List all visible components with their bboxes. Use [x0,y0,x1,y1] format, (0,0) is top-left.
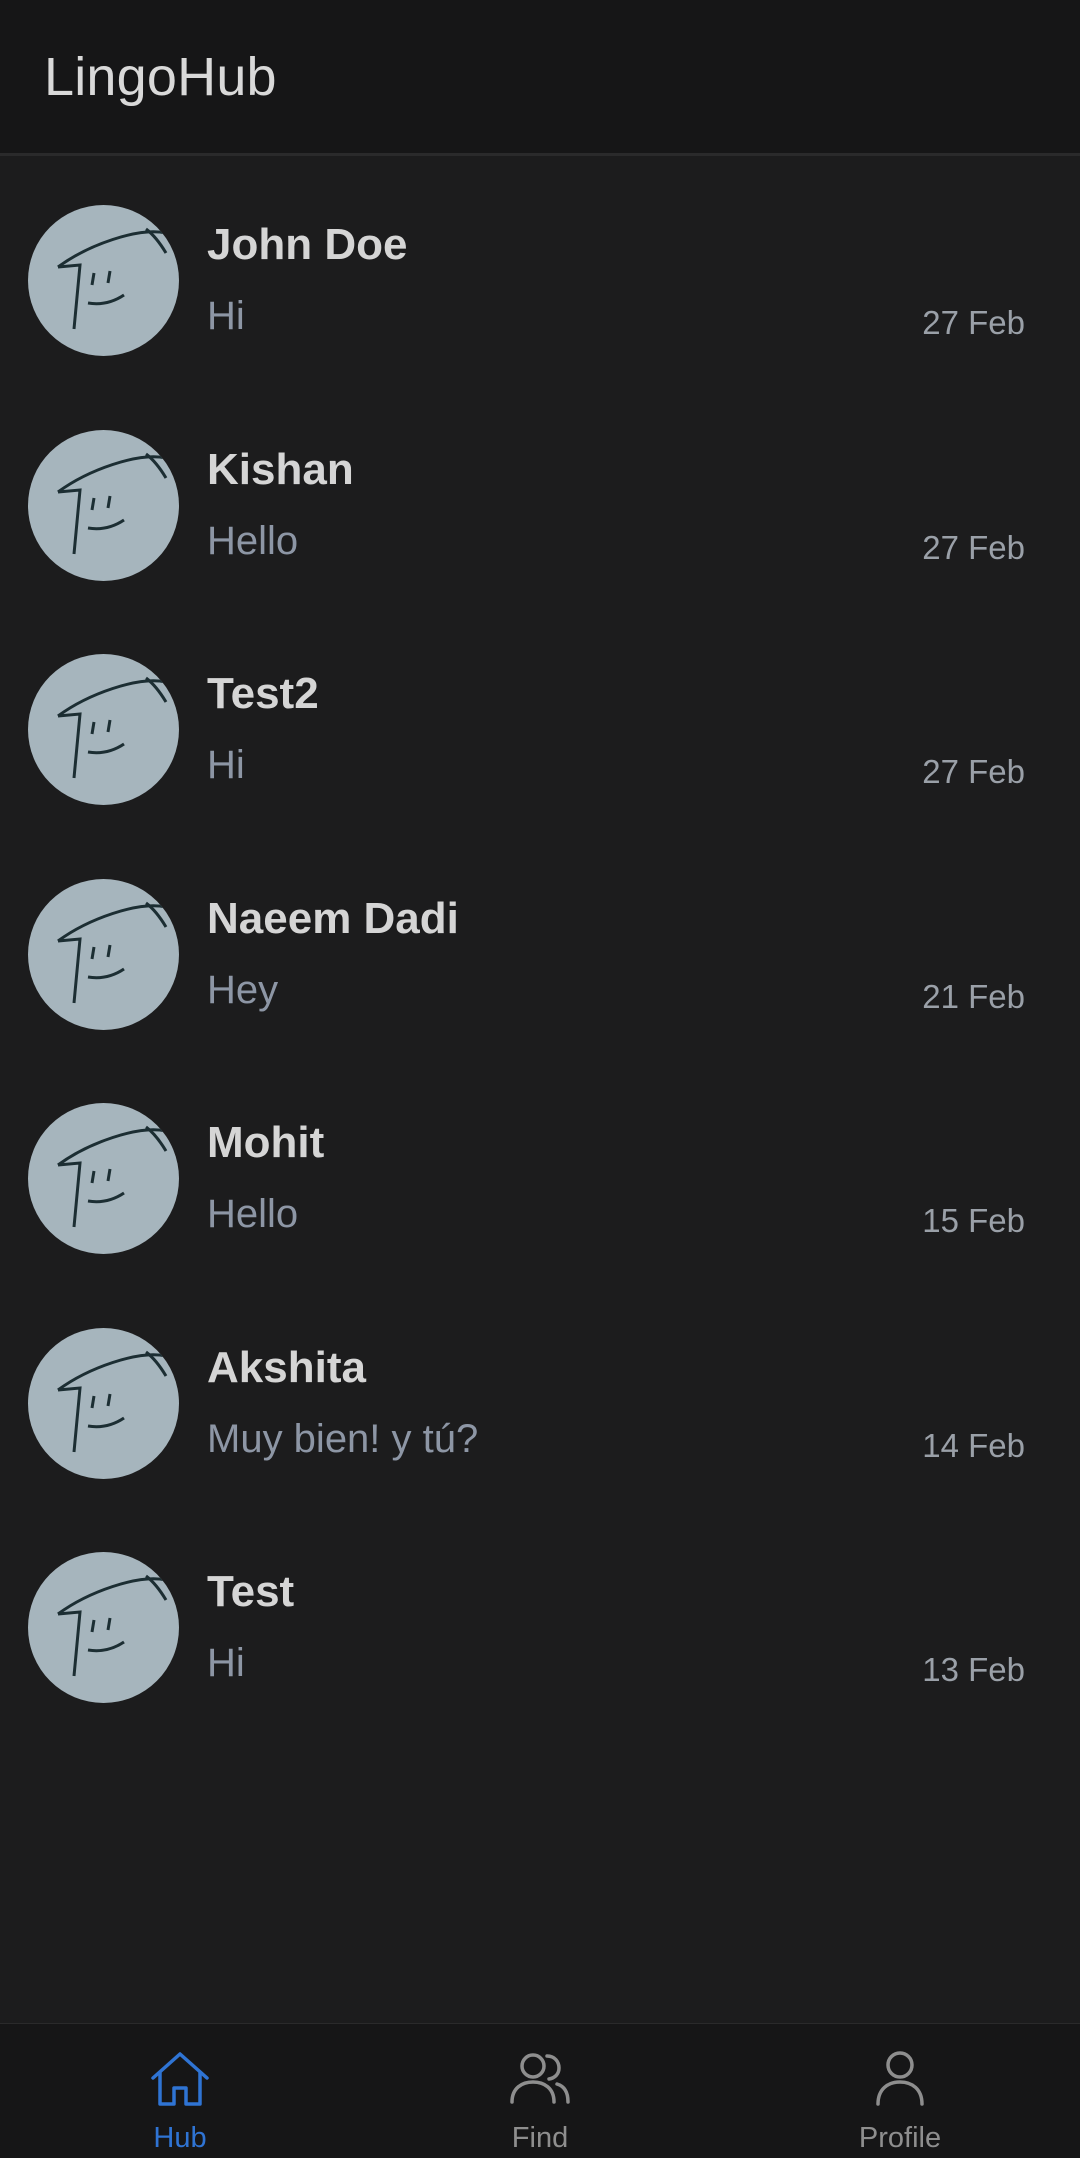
avatar-face-icon [57,676,168,779]
chat-preview: Hi [207,743,245,787]
users-icon [507,2046,573,2112]
chat-date: 27 Feb [922,304,1025,341]
chat-preview: Hi [207,1641,245,1685]
bottom-nav: Hub Find Profile [0,2023,1080,2158]
chat-name: Naeem Dadi [207,893,459,943]
chat-item-mohit[interactable]: Mohit Hello 15 Feb [0,1078,1080,1303]
chat-preview: Hello [207,1192,299,1236]
avatar-face-icon [57,901,168,1003]
avatar [28,1552,179,1703]
chat-item-akshita[interactable]: Akshita Muy bien! y tú? 14 Feb [0,1303,1080,1528]
nav-label: Find [511,2122,569,2154]
chat-item-test[interactable]: Test Hi 13 Feb [0,1527,1080,1752]
chat-preview: Hi [207,294,245,338]
nav-label: Hub [153,2122,207,2154]
chat-preview: Hello [207,518,299,563]
nav-item-hub[interactable]: Hub [0,2024,360,2158]
chat-date: 27 Feb [922,753,1025,790]
avatar [28,1327,179,1479]
nav-item-find[interactable]: Find [360,2024,720,2158]
chat-name: Akshita [207,1342,366,1392]
chat-date: 14 Feb [922,1426,1025,1464]
chat-date: 21 Feb [922,977,1025,1015]
home-icon [147,2046,213,2112]
avatar [28,429,179,581]
avatar-face-icon [57,1574,168,1677]
chat-name: Mohit [207,1118,325,1167]
avatar-face-icon [57,452,168,554]
app-root: LingoHub John Doe Hi 27 Feb Kishan Hello… [0,0,1080,2158]
avatar-face-icon [57,1125,168,1228]
chat-date: 27 Feb [922,528,1025,566]
nav-item-profile[interactable]: Profile [720,2024,1080,2158]
chat-name: Test2 [207,669,319,718]
avatar-face-icon [57,1350,168,1452]
avatar [28,1103,179,1254]
chat-item-john-doe[interactable]: John Doe Hi 27 Feb [0,180,1080,405]
chat-item-naeem-dadi[interactable]: Naeem Dadi Hey 21 Feb [0,854,1080,1079]
chat-name: Kishan [207,444,354,494]
app-title: LingoHub [44,46,277,107]
nav-label: Profile [858,2122,942,2154]
chat-item-kishan[interactable]: Kishan Hello 27 Feb [0,405,1080,630]
user-icon [867,2046,933,2112]
chat-preview: Muy bien! y tú? [207,1416,479,1461]
avatar-face-icon [57,227,168,330]
chat-name: Test [207,1567,295,1616]
avatar [28,878,179,1030]
app-bar: LingoHub [0,0,1080,156]
chat-preview: Hey [207,967,279,1012]
chat-list: John Doe Hi 27 Feb Kishan Hello 27 Feb T… [0,180,1080,1752]
chat-date: 13 Feb [922,1651,1025,1688]
chat-date: 15 Feb [922,1202,1025,1239]
chat-name: John Doe [207,220,408,269]
chat-item-test2[interactable]: Test2 Hi 27 Feb [0,629,1080,854]
avatar [28,205,179,356]
avatar [28,654,179,805]
